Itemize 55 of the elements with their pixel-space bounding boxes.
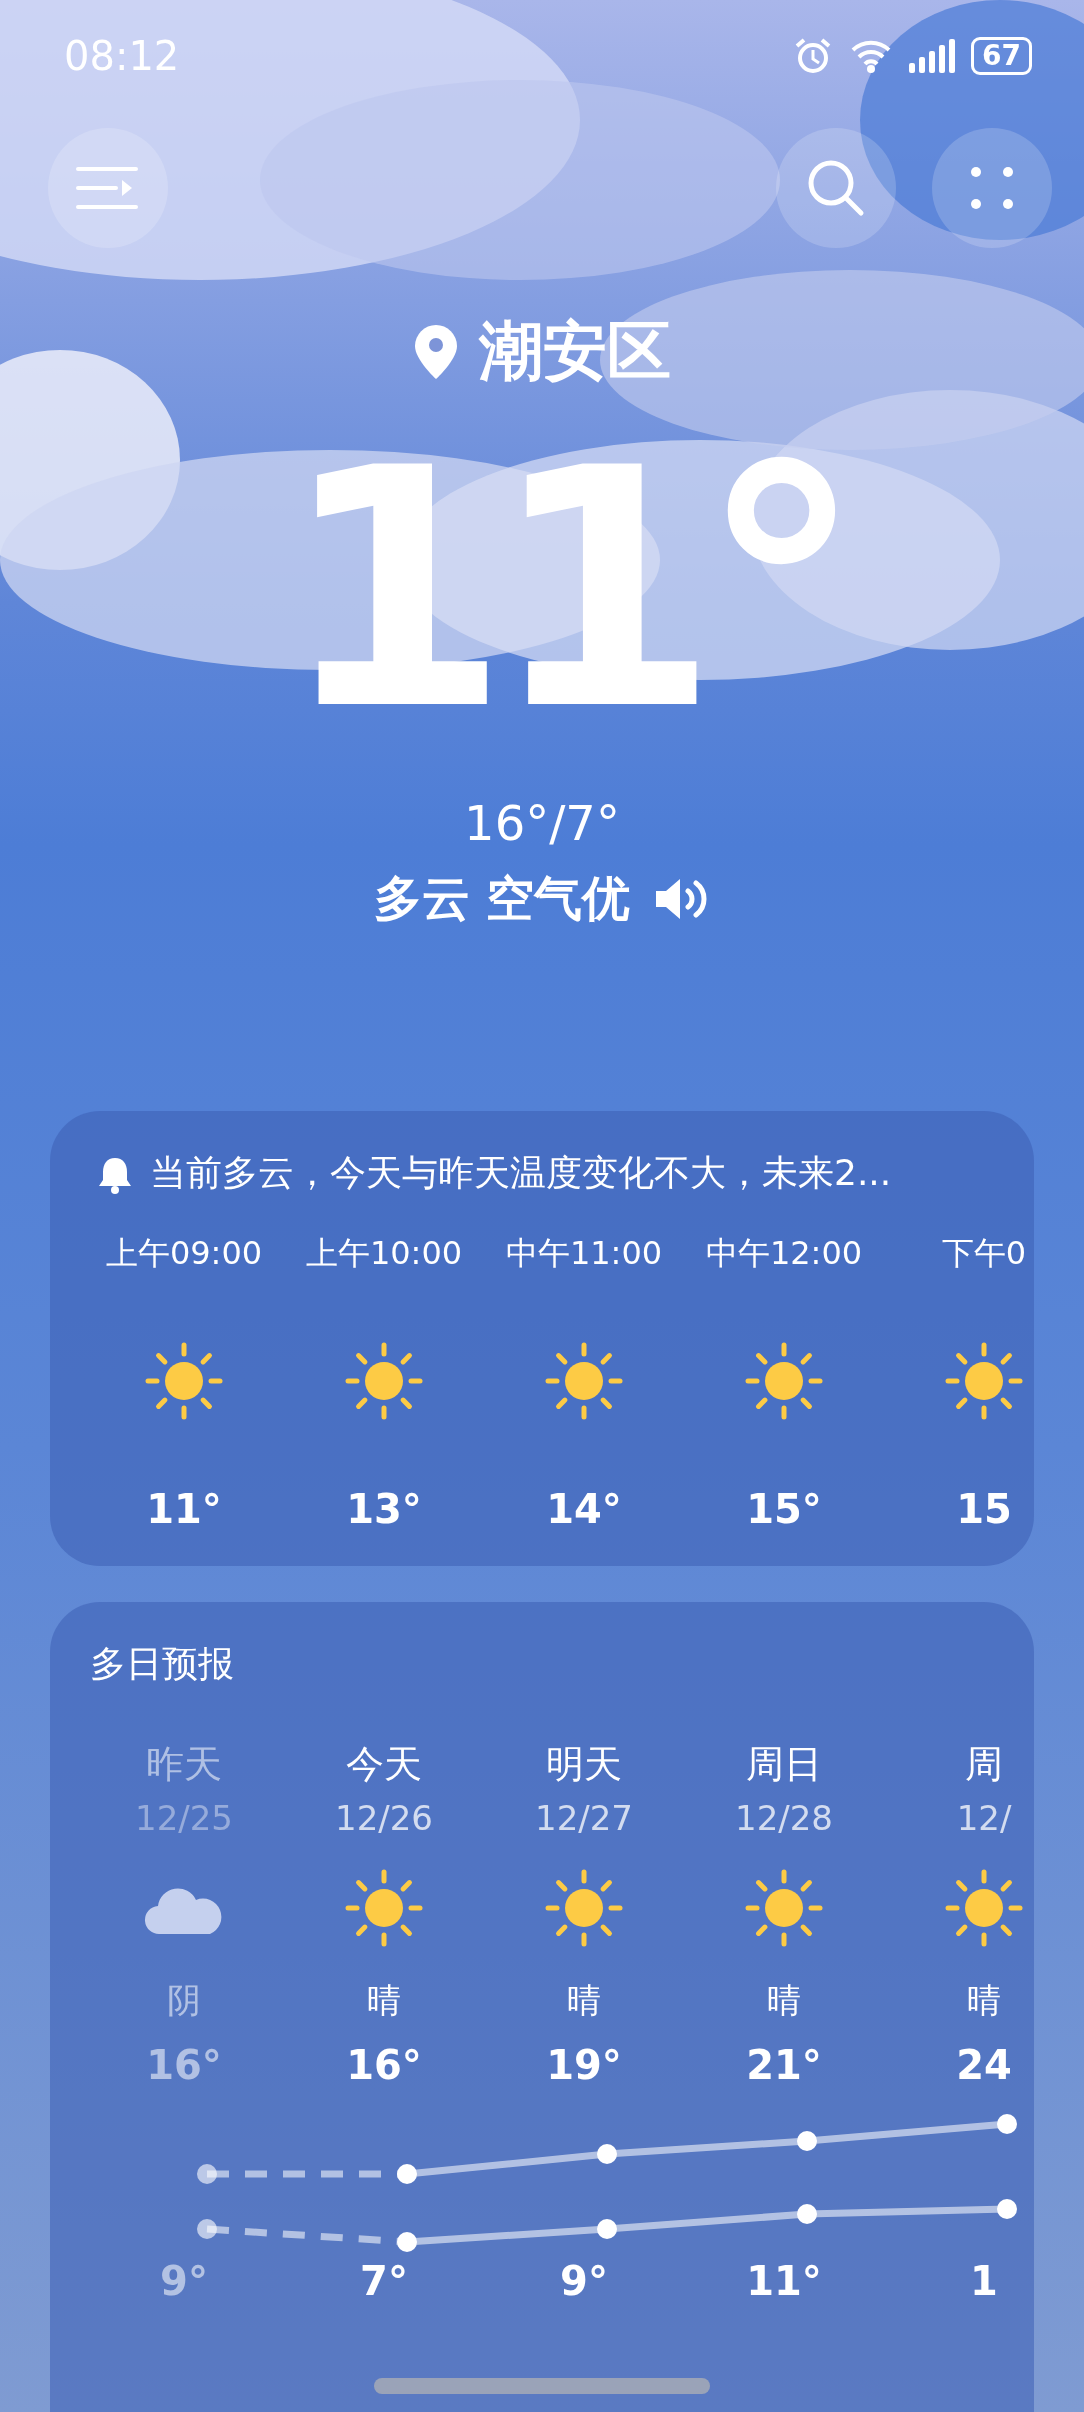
- hour-temperature: 13°: [346, 1486, 422, 1532]
- day-weather: 晴: [567, 1979, 601, 2022]
- location-name: 潮安区: [479, 313, 671, 390]
- hour-temperature: 15: [956, 1486, 1012, 1532]
- high-temperature: 16°: [346, 2042, 422, 2088]
- section-title: 多日预报: [89, 1643, 234, 1684]
- hour-label: 下午0: [941, 1233, 1027, 1274]
- day-label: 明天: [546, 1741, 622, 1788]
- sun-icon: [744, 1341, 824, 1421]
- hour-label: 上午10:00: [305, 1233, 463, 1274]
- battery-level: 67: [971, 37, 1032, 75]
- search-icon: [806, 158, 866, 218]
- location-pin-icon: [413, 322, 459, 381]
- day-date: 12/27: [535, 1798, 633, 1838]
- day-label: 周日: [746, 1741, 822, 1788]
- hour-label: 上午09:00: [105, 1233, 263, 1274]
- sun-icon: [544, 1868, 624, 1948]
- temperature-range: 16°/7°: [463, 795, 621, 851]
- day-weather: 晴: [967, 1979, 1001, 2022]
- day-label: 昨天: [146, 1741, 222, 1788]
- day-label: 周: [965, 1741, 1003, 1788]
- high-temperature: 19°: [546, 2042, 622, 2088]
- hour-temperature: 14°: [546, 1486, 622, 1532]
- hour-label: 中午11:00: [505, 1233, 663, 1274]
- hour-temperature: 11°: [146, 1486, 222, 1532]
- sun-icon: [344, 1868, 424, 1948]
- day-date: 12/: [956, 1798, 1012, 1838]
- high-temperature: 21°: [746, 2042, 822, 2088]
- day-weather: 阴: [167, 1979, 201, 2022]
- weather-condition: 多云 空气优: [373, 869, 631, 928]
- low-temperature: 9°: [560, 2258, 608, 2304]
- hour-label: 中午12:00: [705, 1233, 863, 1274]
- day-date: 12/28: [735, 1798, 833, 1838]
- high-temperature: 24: [956, 2042, 1012, 2088]
- menu-icon: [76, 166, 140, 210]
- high-temperature: 16°: [146, 2042, 222, 2088]
- sun-icon: [344, 1341, 424, 1421]
- low-temperature: 11°: [746, 2258, 822, 2304]
- sun-icon: [944, 1868, 1024, 1948]
- low-temperature: 9°: [160, 2258, 208, 2304]
- day-weather: 晴: [367, 1979, 401, 2022]
- sun-icon: [144, 1341, 224, 1421]
- low-temperature: 1: [970, 2258, 998, 2304]
- sun-icon: [744, 1868, 824, 1948]
- day-date: 12/25: [135, 1798, 233, 1838]
- hour-temperature: 15°: [746, 1486, 822, 1532]
- low-temperature: 7°: [360, 2258, 408, 2304]
- sun-icon: [544, 1341, 624, 1421]
- alert-text: 当前多云，今天与昨天温度变化不大，未来2...: [150, 1151, 892, 1195]
- signal-icon: [909, 39, 956, 73]
- sun-icon: [944, 1341, 1024, 1421]
- day-date: 12/26: [335, 1798, 433, 1838]
- day-label: 今天: [346, 1741, 422, 1788]
- dots-icon: [970, 166, 1014, 210]
- day-weather: 晴: [767, 1979, 801, 2022]
